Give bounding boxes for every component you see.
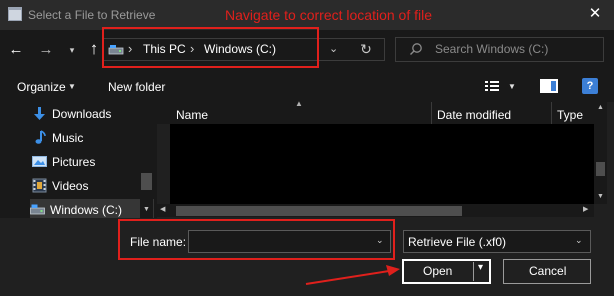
navpane-scroll-down-icon[interactable]: ▼ bbox=[141, 206, 152, 215]
music-icon bbox=[35, 130, 46, 144]
videos-icon bbox=[32, 178, 47, 193]
help-button[interactable]: ? bbox=[582, 78, 598, 94]
open-button-label[interactable]: Open bbox=[423, 264, 452, 278]
close-button[interactable]: ✕ bbox=[584, 4, 606, 24]
sidebar-item-music[interactable]: Music bbox=[32, 127, 142, 149]
sidebar-item-label: Pictures bbox=[52, 155, 96, 169]
download-icon bbox=[34, 107, 45, 120]
sidebar-item-pictures[interactable]: Pictures bbox=[32, 151, 142, 173]
file-list-header bbox=[157, 102, 606, 124]
vertical-scroll-thumb[interactable] bbox=[596, 162, 605, 176]
preview-pane-icon[interactable] bbox=[540, 79, 558, 93]
navpane-scrollbar[interactable] bbox=[140, 102, 153, 218]
open-dropdown-icon[interactable]: ▾ bbox=[478, 262, 483, 273]
annotation-note: Navigate to correct location of file bbox=[225, 7, 432, 23]
sidebar-item-label: Downloads bbox=[52, 107, 112, 121]
file-type-value[interactable]: Retrieve File (.xf0) bbox=[408, 235, 506, 249]
open-split-divider bbox=[473, 262, 474, 281]
scroll-left-icon[interactable]: ◀ bbox=[160, 205, 165, 213]
sidebar-item-videos[interactable]: Videos bbox=[32, 175, 142, 197]
file-list-vertical-scrollbar[interactable] bbox=[594, 102, 607, 204]
new-folder-button[interactable]: New folder bbox=[108, 80, 165, 94]
annotation-highlight-filename bbox=[118, 219, 395, 260]
navpane-scroll-thumb[interactable] bbox=[141, 173, 152, 190]
app-window-icon bbox=[8, 7, 22, 21]
window-title: Select a File to Retrieve bbox=[28, 8, 156, 22]
sidebar-item-downloads[interactable]: Downloads bbox=[32, 103, 142, 125]
file-list-body[interactable] bbox=[170, 124, 594, 204]
column-header-date-modified[interactable]: Date modified bbox=[437, 108, 511, 122]
search-placeholder[interactable]: Search Windows (C:) bbox=[435, 42, 548, 56]
view-caret-icon[interactable]: ▼ bbox=[508, 82, 516, 91]
refresh-button[interactable]: ↻ bbox=[357, 39, 375, 59]
scroll-up-icon[interactable]: ▲ bbox=[595, 104, 606, 111]
search-icon bbox=[410, 43, 422, 55]
forward-button[interactable]: → bbox=[36, 39, 56, 61]
column-header-name[interactable]: Name bbox=[176, 108, 208, 122]
cancel-button-label[interactable]: Cancel bbox=[529, 264, 566, 278]
column-divider[interactable] bbox=[431, 102, 432, 124]
organize-caret-icon[interactable]: ▼ bbox=[68, 82, 76, 91]
column-divider[interactable] bbox=[551, 102, 552, 124]
command-bar bbox=[0, 70, 614, 102]
sidebar-item-label: Windows (C:) bbox=[50, 203, 123, 217]
recent-locations-button[interactable]: ▾ bbox=[62, 39, 82, 61]
sidebar-item-label: Videos bbox=[52, 179, 89, 193]
scroll-down-icon[interactable]: ▼ bbox=[595, 193, 606, 200]
annotation-highlight-address bbox=[102, 27, 319, 68]
up-button[interactable]: ↑ bbox=[84, 38, 104, 60]
sidebar-item-label: Music bbox=[52, 131, 84, 145]
column-header-type[interactable]: Type bbox=[557, 108, 583, 122]
file-type-dropdown-icon[interactable]: ⌄ bbox=[575, 235, 583, 246]
scroll-right-icon[interactable]: ▶ bbox=[583, 205, 588, 213]
pictures-icon bbox=[32, 156, 47, 167]
address-dropdown-icon[interactable]: ⌄ bbox=[329, 42, 338, 55]
view-options-icon[interactable] bbox=[484, 79, 500, 93]
drive-icon bbox=[30, 204, 45, 215]
back-button[interactable]: ← bbox=[6, 39, 26, 61]
horizontal-scroll-thumb[interactable] bbox=[176, 206, 462, 216]
sort-ascending-icon: ▲ bbox=[295, 99, 303, 108]
organize-button[interactable]: Organize bbox=[17, 80, 66, 94]
